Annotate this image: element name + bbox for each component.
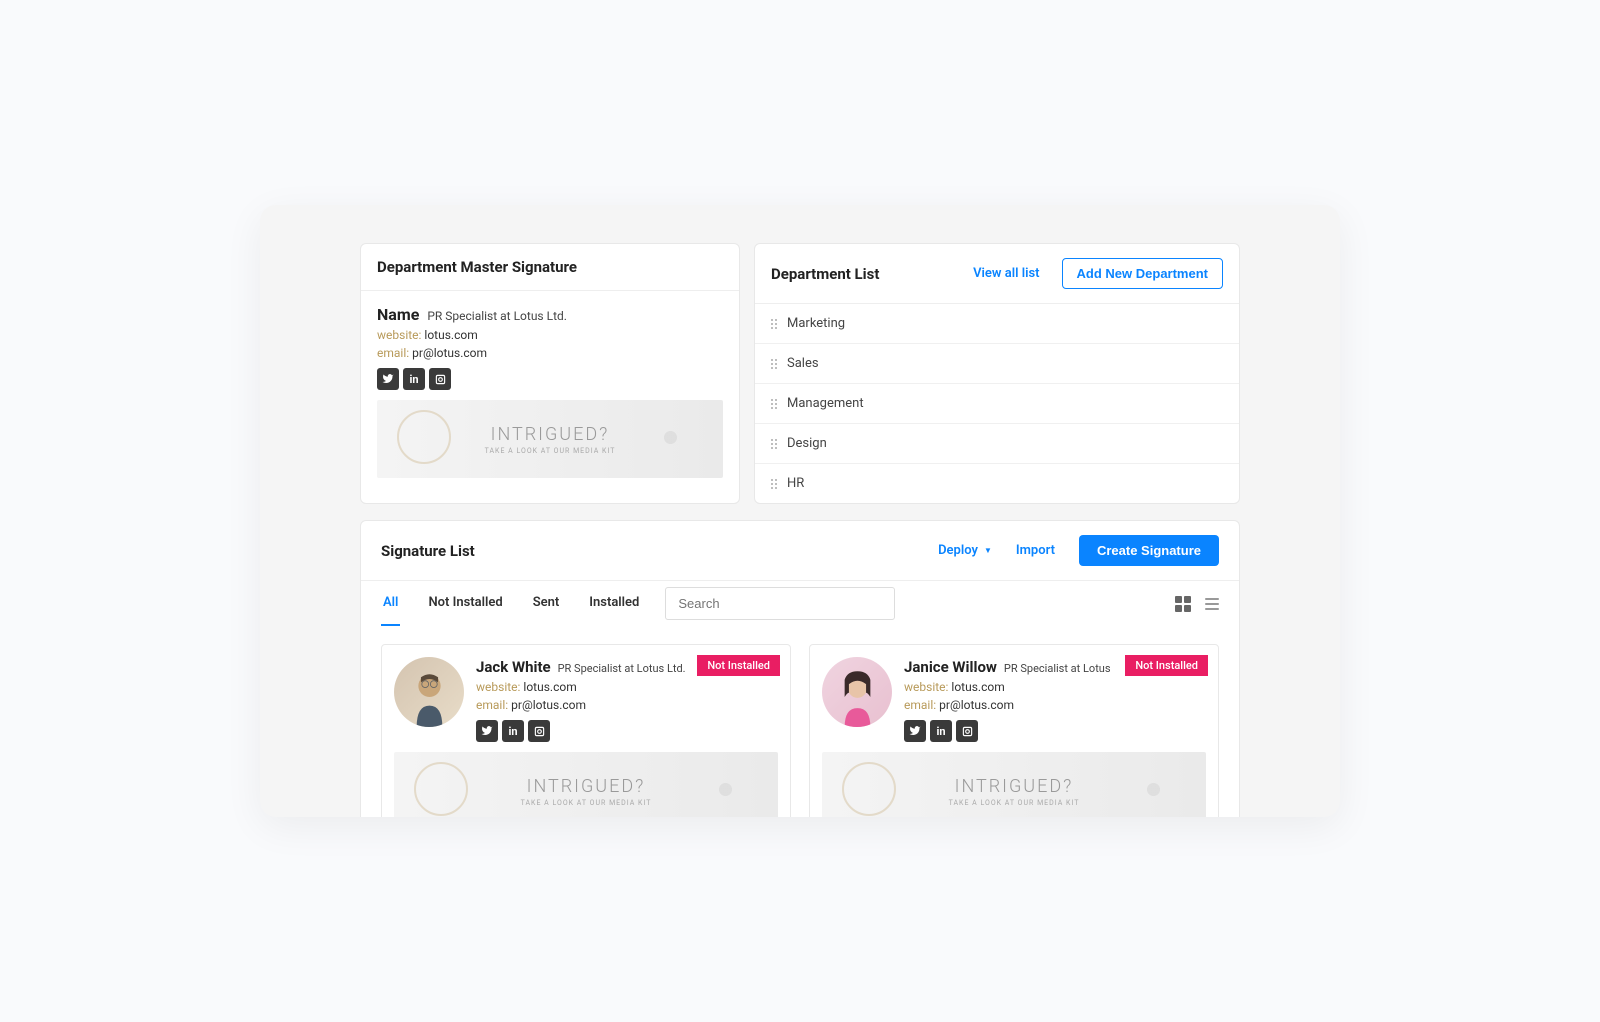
dept-item-sales[interactable]: Sales [755, 344, 1239, 384]
drag-handle-icon[interactable] [771, 359, 777, 369]
banner-subtitle: TAKE A LOOK AT OUR MEDIA KIT [521, 799, 652, 807]
tab-not-installed[interactable]: Not Installed [426, 581, 504, 626]
twitter-icon[interactable] [476, 720, 498, 742]
banner-subtitle: TAKE A LOOK AT OUR MEDIA KIT [485, 447, 616, 455]
dept-item-management[interactable]: Management [755, 384, 1239, 424]
banner-title: INTRIGUED? [527, 776, 646, 797]
email-label: email: [476, 698, 508, 712]
dept-label: Marketing [787, 316, 845, 331]
website-value: lotus.com [424, 328, 477, 342]
list-view-icon[interactable] [1205, 598, 1219, 610]
tab-all[interactable]: All [381, 581, 400, 626]
email-value: pr@lotus.com [511, 698, 586, 712]
signature-card[interactable]: Not Installed Jack White PR Specialist a… [381, 644, 791, 817]
linkedin-icon[interactable]: in [403, 368, 425, 390]
website-label: website: [476, 680, 520, 694]
dept-item-hr[interactable]: HR [755, 464, 1239, 503]
app-panel: Department Master Signature Name PR Spec… [260, 205, 1340, 817]
add-department-button[interactable]: Add New Department [1062, 258, 1223, 289]
dept-label: Design [787, 436, 827, 451]
email-label: email: [377, 346, 409, 360]
card-role: PR Specialist at Lotus [1004, 662, 1111, 675]
search-input[interactable] [665, 587, 895, 620]
banner-subtitle: TAKE A LOOK AT OUR MEDIA KIT [949, 799, 1080, 807]
dept-list-title: Department List [771, 265, 879, 283]
master-name: Name [377, 305, 419, 324]
signature-banner: INTRIGUED? TAKE A LOOK AT OUR MEDIA KIT [394, 752, 778, 817]
signature-card[interactable]: Not Installed Janice Willow PR Specialis… [809, 644, 1219, 817]
drag-handle-icon[interactable] [771, 439, 777, 449]
website-label: website: [904, 680, 948, 694]
drag-handle-icon[interactable] [771, 319, 777, 329]
website-value: lotus.com [951, 680, 1004, 694]
grid-view-icon[interactable] [1175, 596, 1191, 612]
tab-installed[interactable]: Installed [587, 581, 641, 626]
master-signature-card: Department Master Signature Name PR Spec… [360, 243, 740, 504]
card-name: Janice Willow [904, 658, 997, 676]
card-role: PR Specialist at Lotus Ltd. [558, 662, 686, 675]
drag-handle-icon[interactable] [771, 479, 777, 489]
signature-banner: INTRIGUED? TAKE A LOOK AT OUR MEDIA KIT [377, 400, 723, 478]
website-value: lotus.com [523, 680, 576, 694]
twitter-icon[interactable] [377, 368, 399, 390]
tab-sent[interactable]: Sent [531, 581, 562, 626]
linkedin-icon[interactable]: in [930, 720, 952, 742]
signature-list-card: Signature List Deploy Import Create Sign… [360, 520, 1240, 817]
master-title: Department Master Signature [377, 258, 577, 276]
email-label: email: [904, 698, 936, 712]
view-all-link[interactable]: View all list [973, 266, 1039, 281]
website-label: website: [377, 328, 421, 342]
social-icon[interactable] [956, 720, 978, 742]
card-name: Jack White [476, 658, 551, 676]
social-icon[interactable] [429, 368, 451, 390]
dept-label: HR [787, 476, 804, 491]
email-value: pr@lotus.com [939, 698, 1014, 712]
linkedin-icon[interactable]: in [502, 720, 524, 742]
email-value: pr@lotus.com [412, 346, 487, 360]
siglist-title: Signature List [381, 542, 475, 560]
dept-label: Management [787, 396, 864, 411]
avatar [394, 657, 464, 727]
drag-handle-icon[interactable] [771, 399, 777, 409]
signature-banner: INTRIGUED? TAKE A LOOK AT OUR MEDIA KIT [822, 752, 1206, 817]
deploy-button[interactable]: Deploy [938, 543, 992, 558]
dept-item-design[interactable]: Design [755, 424, 1239, 464]
twitter-icon[interactable] [904, 720, 926, 742]
import-button[interactable]: Import [1016, 543, 1055, 558]
department-list-card: Department List View all list Add New De… [754, 243, 1240, 504]
master-role: PR Specialist at Lotus Ltd. [427, 309, 567, 323]
avatar [822, 657, 892, 727]
banner-title: INTRIGUED? [491, 424, 610, 445]
dept-item-marketing[interactable]: Marketing [755, 304, 1239, 344]
create-signature-button[interactable]: Create Signature [1079, 535, 1219, 566]
status-badge: Not Installed [697, 655, 780, 676]
status-badge: Not Installed [1125, 655, 1208, 676]
social-icon[interactable] [528, 720, 550, 742]
banner-title: INTRIGUED? [955, 776, 1074, 797]
dept-label: Sales [787, 356, 819, 371]
